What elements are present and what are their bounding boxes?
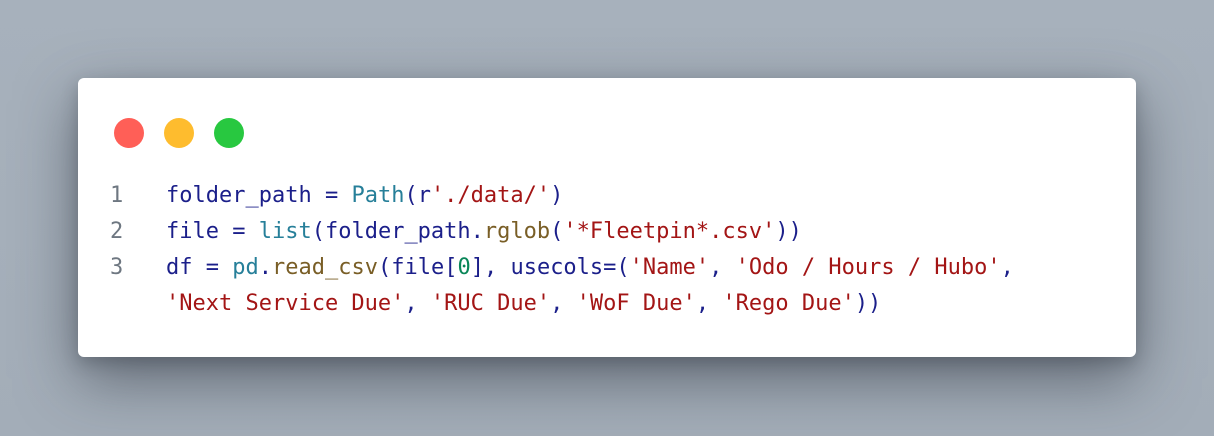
code-token: ) — [550, 183, 564, 208]
code-token: 'Name' — [629, 255, 710, 280]
code-token: . — [470, 219, 484, 244]
code-text: file = list(folder_path.rglob('*Fleetpin… — [166, 214, 802, 250]
code-token: 'RUC Due' — [430, 291, 551, 316]
code-token: )) — [775, 219, 802, 244]
code-token: = — [192, 255, 233, 280]
code-token: ( — [404, 183, 418, 208]
code-token: , — [709, 255, 736, 280]
maximize-dot-icon[interactable] — [214, 118, 244, 148]
code-token: './data/' — [430, 183, 551, 208]
code-token: , — [695, 291, 723, 316]
code-token: '*Fleetpin*.csv' — [563, 219, 776, 244]
code-token: df — [166, 255, 193, 280]
code-text: 'Next Service Due', 'RUC Due', 'WoF Due'… — [166, 286, 881, 322]
code-token: =( — [603, 255, 630, 280]
code-token: folder_path — [166, 183, 312, 208]
minimize-dot-icon[interactable] — [164, 118, 194, 148]
code-token: 0 — [457, 255, 471, 280]
code-line: 'Next Service Due', 'RUC Due', 'WoF Due'… — [110, 286, 1014, 322]
code-token: pd — [232, 255, 259, 280]
code-token: 'Odo / Hours / Hubo' — [735, 255, 1001, 280]
code-token: file — [391, 255, 445, 280]
code-token: folder_path — [324, 219, 471, 244]
code-token: , — [404, 291, 431, 316]
code-window: 1 folder_path = Path(r'./data/') 2 file = l… — [78, 78, 1136, 357]
code-token: read_csv — [272, 255, 378, 280]
code-token: [ — [444, 255, 458, 280]
code-token: = — [311, 183, 352, 208]
code-text: folder_path = Path(r'./data/') — [166, 178, 563, 214]
code-token: ( — [377, 255, 392, 280]
code-token: 'Rego Due' — [722, 291, 855, 316]
line-number: 1 — [110, 183, 124, 208]
code-line: 1 folder_path = Path(r'./data/') — [110, 178, 1014, 214]
code-token: ( — [311, 219, 325, 244]
code-line: 3 df = pd.read_csv(file[0], usecols=('Nam… — [110, 250, 1014, 286]
code-token: )) — [854, 291, 882, 316]
code-token: . — [258, 255, 272, 280]
line-number: 2 — [110, 219, 124, 244]
code-token: 'Next Service Due' — [166, 291, 405, 316]
line-number — [110, 286, 166, 322]
code-token: = — [218, 219, 259, 244]
code-token: , — [1000, 255, 1014, 280]
code-token: file — [166, 219, 219, 244]
code-token: ], — [470, 255, 511, 280]
code-token: r — [417, 183, 431, 208]
code-block: 1 folder_path = Path(r'./data/') 2 file = l… — [110, 178, 1014, 322]
close-dot-icon[interactable] — [114, 118, 144, 148]
code-token: list — [258, 219, 312, 244]
code-token: rglob — [483, 219, 551, 244]
code-token: ( — [550, 219, 564, 244]
code-text: df = pd.read_csv(file[0], usecols=('Name… — [166, 250, 1014, 286]
code-token: , — [550, 291, 577, 316]
code-token: 'WoF Due' — [576, 291, 696, 316]
code-token: Path — [351, 183, 405, 208]
line-number: 3 — [110, 255, 124, 280]
code-line: 2 file = list(folder_path.rglob('*Fleetpi… — [110, 214, 1014, 250]
code-token: usecols — [510, 255, 604, 280]
